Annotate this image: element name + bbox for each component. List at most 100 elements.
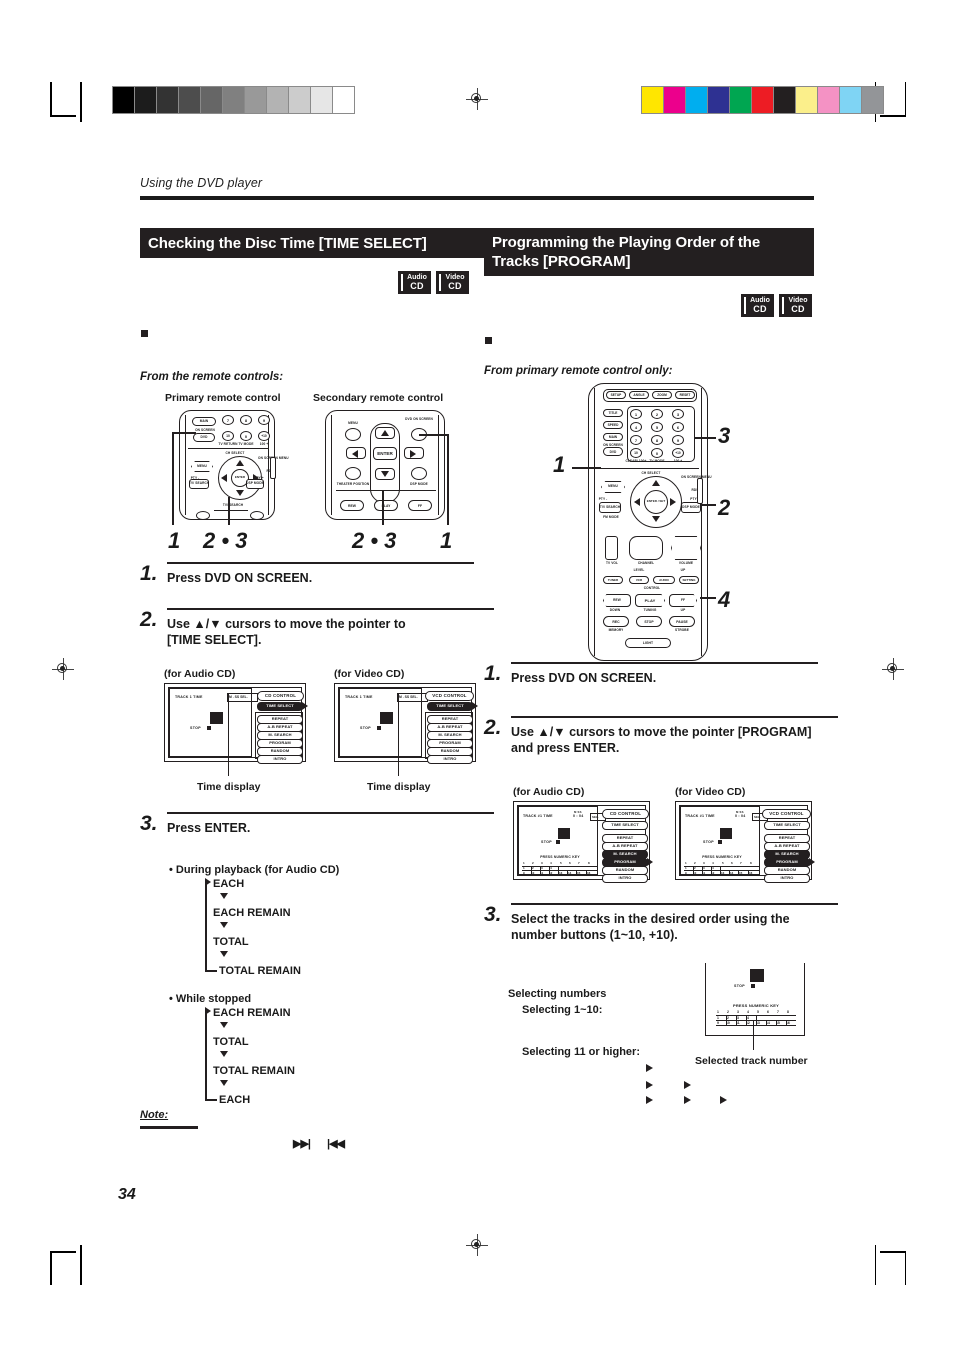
- sequence-arrow-icon-4: [646, 1096, 653, 1104]
- secondary-remote-illustration: MENU DVD ON SCREEN ENTER THEATER POSITIO…: [325, 410, 445, 520]
- crop-mark-top-left: [50, 82, 84, 122]
- gray-swatch: [157, 87, 179, 113]
- callout-number-primary-right: 2 • 3: [203, 528, 248, 553]
- registration-mark-right: [882, 658, 904, 680]
- registration-mark-left: [52, 658, 74, 680]
- badge-audio-cd: Audio CD: [398, 271, 431, 294]
- large-key-tv-vol: [605, 536, 618, 560]
- osd-video-cd-program: TRACK #1 TIME M SS 0 : 04 SEL. STOP PRES…: [675, 801, 815, 883]
- time-display-leader-audio: [228, 693, 230, 776]
- left-step-3-number: 3.: [140, 812, 158, 835]
- osd-menu-time-select: TIME SELECT: [257, 702, 303, 711]
- large-key-10: 10: [630, 448, 642, 458]
- right-callout-number-3: 3: [718, 423, 731, 448]
- cursor-up-icon: [236, 460, 244, 466]
- large-key-rec: REC: [603, 616, 629, 627]
- header-rule: [140, 196, 814, 200]
- remote-key-7: 7: [222, 415, 234, 425]
- right-disc-badges: Audio CD Video CD: [741, 294, 812, 317]
- osd-audio-cd-time-select: TRACK 1 TIME M . SS SEL. STOP CD CONTROL…: [164, 683, 308, 764]
- left-disc-badges: Audio CD Video CD: [398, 271, 469, 294]
- right-callout-number-4: 4: [718, 587, 731, 612]
- left-step-2-text: Use ▲/▼ cursors to move the pointer to […: [167, 617, 406, 647]
- right-callout-number-2: 2: [718, 495, 731, 520]
- left-step-2-number: 2.: [140, 608, 158, 631]
- osd-track-grid: 12 34 56 78 12 34 9 10 11 12 13 14 15 16: [522, 861, 598, 876]
- left-square-bullet: [141, 330, 148, 337]
- color-swatch: [730, 87, 752, 113]
- flow-playback-item-0: EACH: [213, 878, 245, 890]
- left-step-3-text: Press ENTER.: [167, 821, 251, 835]
- callout-leader-sec-23: [382, 490, 384, 525]
- callout-number-secondary-right: 1: [440, 528, 453, 553]
- color-swatch: [818, 87, 840, 113]
- sequence-arrow-icon-5: [684, 1096, 691, 1104]
- osd-time-box: M . SS SEL.: [227, 693, 258, 702]
- flow-stopped-item-0: EACH REMAIN: [213, 1007, 291, 1019]
- flow-playback-arrow-icon: [205, 878, 211, 886]
- right-osd-audio-caption: (for Audio CD): [513, 786, 585, 798]
- right-step-1-number: 1.: [484, 662, 502, 685]
- right-callout-2-leader: [700, 504, 716, 506]
- gray-swatch: [333, 87, 354, 113]
- osd-selected-track-detail: STOP PRESS NUMERIC KEY 12 34 56 78 12 34…: [705, 963, 805, 1036]
- time-display-leader-video: [398, 693, 400, 776]
- next-track-icon: ▶▶|: [293, 1138, 311, 1150]
- right-callout-1-leader: [572, 467, 601, 469]
- right-square-bullet: [485, 337, 492, 344]
- flow-stopped-item-2: TOTAL REMAIN: [213, 1065, 295, 1077]
- large-key-6: 6: [672, 422, 684, 432]
- badge-video-cd-right: Video CD: [779, 294, 812, 317]
- gray-swatch: [179, 87, 201, 113]
- remote-key-10: 10: [222, 431, 234, 441]
- osd-stop-label: STOP: [190, 726, 201, 730]
- color-swatch: [664, 87, 686, 113]
- gray-swatch: [201, 87, 223, 113]
- flow-playback-item-1: EACH REMAIN: [213, 907, 291, 919]
- flow-stopped-item-3: EACH: [219, 1094, 251, 1106]
- grayscale-calibration-bar: [112, 86, 355, 114]
- crop-mark-bottom-left: [50, 1245, 84, 1285]
- left-osd-video-caption: (for Video CD): [334, 668, 405, 680]
- left-step-1-text: Press DVD ON SCREEN.: [167, 571, 313, 585]
- large-key-channel: [629, 536, 663, 560]
- selection-help-heading: Selecting numbers: [508, 988, 607, 1000]
- selection-help-1-10: Selecting 1~10:: [522, 1004, 603, 1016]
- badge-audio-cd-right: Audio CD: [741, 294, 774, 317]
- large-key-volume: [671, 536, 701, 560]
- gray-swatch: [245, 87, 267, 113]
- color-calibration-bar: [641, 86, 884, 114]
- cursor-left-icon: [221, 474, 227, 482]
- osd-panel-title: CD CONTROL: [257, 691, 304, 701]
- callout-leader-sec-1b: [419, 434, 448, 436]
- gray-swatch: [311, 87, 333, 113]
- large-key-3: 3: [672, 409, 684, 419]
- color-swatch: [774, 87, 796, 113]
- color-swatch: [840, 87, 862, 113]
- osd-menu-intro: INTRO: [257, 755, 303, 764]
- color-swatch: [642, 87, 664, 113]
- callout-leader-23: [228, 497, 230, 525]
- large-key-5: 5: [651, 422, 663, 432]
- remote-key-plus10: +10: [258, 431, 270, 441]
- large-key-title: TITLE: [603, 409, 623, 417]
- time-display-caption-audio: Time display: [197, 781, 261, 793]
- large-key-plus10: +10: [672, 448, 684, 458]
- osd-video-cd-time-select: TRACK 1 TIME M . SS SEL. STOP VCD CONTRO…: [334, 683, 478, 764]
- color-swatch: [752, 87, 774, 113]
- left-osd-audio-caption: (for Audio CD): [164, 668, 236, 680]
- flow-playback-loop-bottom: [205, 970, 217, 972]
- right-step-2-text: Use ▲/▼ cursors to move the pointer [PRO…: [511, 725, 812, 755]
- flow-stopped-item-1: TOTAL: [213, 1036, 249, 1048]
- osd-numeric-prompt: PRESS NUMERIC KEY: [540, 855, 580, 859]
- large-key-reset: RESET: [675, 391, 695, 399]
- right-step-3-text: Select the tracks in the desired order u…: [511, 912, 790, 942]
- primary-remote-illustration: MAIN ON SCREEN DVD 7 8 9 10 0 +10 TV RET…: [179, 410, 289, 520]
- large-key-enter: ENTER / SET: [644, 490, 668, 514]
- right-section-title-line2: Tracks [PROGRAM]: [492, 253, 631, 270]
- flow-playback-heading: • During playback (for Audio CD): [169, 864, 340, 876]
- secondary-key-menu: [345, 428, 361, 441]
- right-step-3-number: 3.: [484, 903, 502, 926]
- gray-swatch: [135, 87, 157, 113]
- page-canvas: Using the DVD player Checking the Disc T…: [0, 0, 954, 1351]
